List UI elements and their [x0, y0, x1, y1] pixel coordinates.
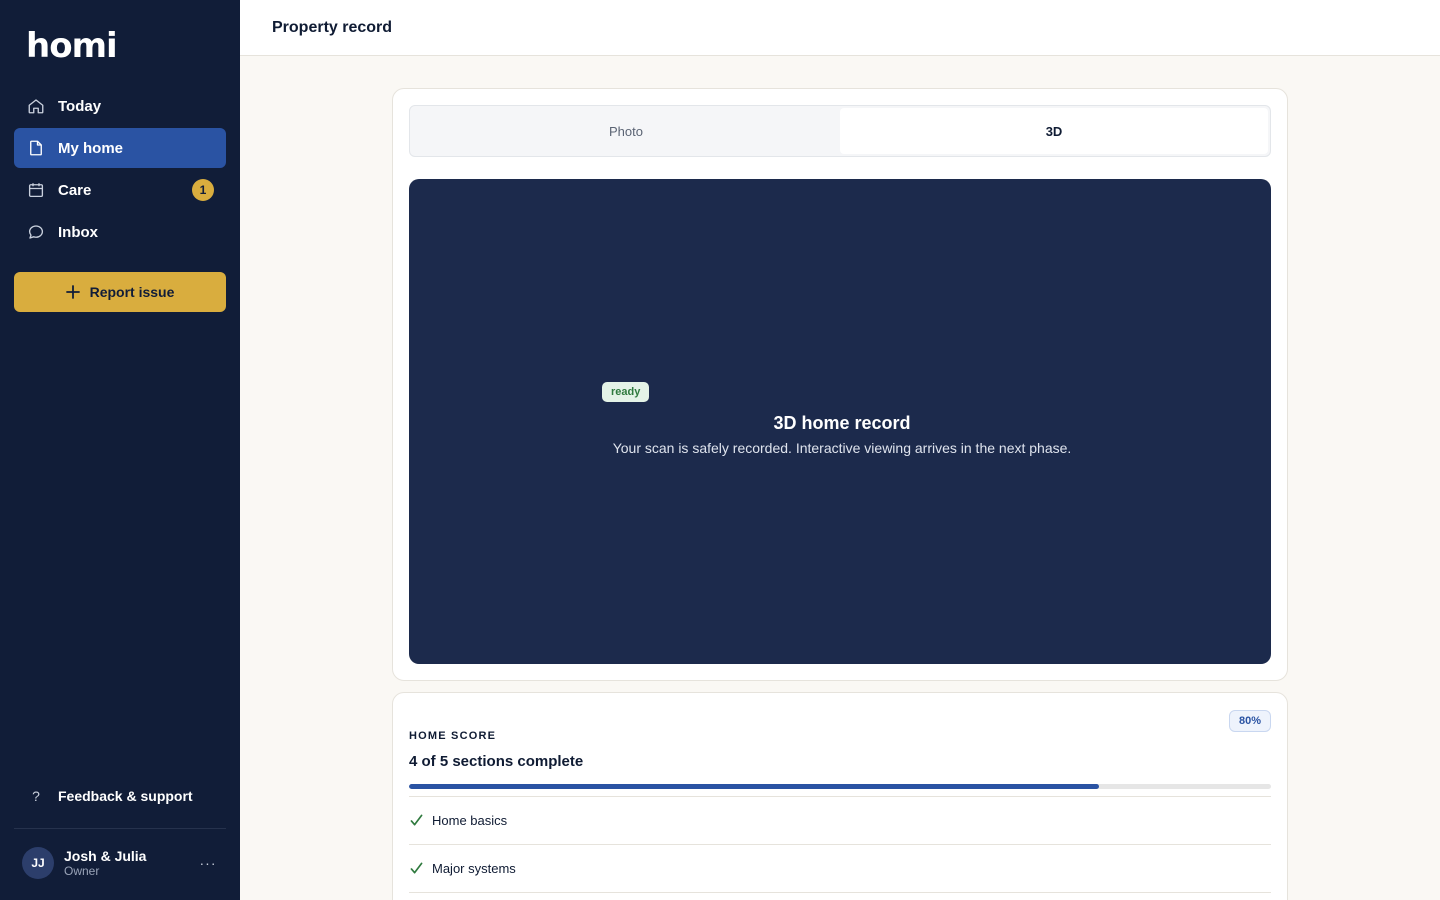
sidebar-item-care[interactable]: Care 1 — [14, 170, 226, 210]
sidebar-item-my-home[interactable]: My home — [14, 128, 226, 168]
sidebar-item-label: Today — [58, 97, 102, 115]
score-title: 4 of 5 sections complete — [409, 753, 584, 770]
page-header: Property record — [240, 0, 1440, 56]
score-progress-bar — [409, 784, 1271, 789]
home-icon — [26, 96, 46, 116]
status-badge: ready — [602, 382, 650, 402]
score-progress-fill — [409, 784, 1099, 789]
viewer-title: 3D home record — [773, 413, 911, 433]
list-item-divider — [409, 892, 1271, 900]
sidebar-divider — [14, 828, 226, 829]
score-sections-list: Home basics Major systems — [409, 796, 1271, 900]
report-issue-label: Report issue — [89, 284, 175, 300]
calendar-icon — [26, 180, 46, 200]
sidebar-item-label: My home — [58, 139, 124, 157]
feedback-label: Feedback & support — [58, 788, 193, 804]
page-title: Property record — [272, 18, 393, 36]
property-viewer-card: Photo 3D ready 3D home record Your scan … — [392, 88, 1288, 681]
list-item[interactable]: Home basics — [409, 796, 1271, 844]
check-icon — [409, 814, 423, 828]
plus-icon — [65, 282, 80, 302]
homi-logo[interactable]: homi — [26, 26, 118, 66]
sidebar-item-today[interactable]: Today — [14, 86, 226, 126]
user-profile[interactable]: JJ Josh & Julia Owner ··· — [22, 846, 222, 880]
user-info: Josh & Julia Owner — [64, 848, 146, 879]
sidebar-item-label: Inbox — [58, 223, 98, 241]
score-eyebrow: HOME SCORE — [409, 730, 497, 742]
section-label: Home basics — [432, 813, 508, 828]
3d-viewer: ready 3D home record Your scan is safely… — [409, 179, 1271, 664]
sidebar: homi Today My home Care 1 Inbox Report i… — [0, 0, 240, 900]
more-options-icon[interactable]: ··· — [198, 853, 218, 873]
check-icon — [409, 862, 423, 876]
help-icon: ? — [32, 788, 40, 804]
tab-3d[interactable]: 3D — [840, 108, 1268, 154]
chat-icon — [26, 222, 46, 242]
feedback-support-link[interactable]: ? Feedback & support — [14, 776, 226, 816]
score-percent-badge: 80% — [1228, 710, 1271, 732]
viewer-message: ready 3D home record Your scan is safely… — [602, 382, 1082, 456]
user-name: Josh & Julia — [64, 847, 147, 864]
home-score-card: 80% HOME SCORE 4 of 5 sections complete … — [392, 692, 1288, 900]
list-item[interactable]: Major systems — [409, 844, 1271, 892]
main-nav: Today My home Care 1 Inbox — [14, 86, 226, 254]
report-issue-button[interactable]: Report issue — [14, 272, 226, 312]
user-role: Owner — [64, 863, 100, 878]
sidebar-item-inbox[interactable]: Inbox — [14, 212, 226, 252]
logo-text: homi — [26, 26, 118, 66]
view-mode-tabs: Photo 3D — [409, 105, 1271, 157]
sidebar-item-label: Care — [58, 181, 92, 199]
care-count-badge: 1 — [192, 179, 214, 201]
document-icon — [26, 138, 46, 158]
section-label: Major systems — [432, 861, 516, 876]
avatar: JJ — [22, 847, 54, 879]
tab-photo[interactable]: Photo — [412, 108, 840, 154]
viewer-subtitle: Your scan is safely recorded. Interactiv… — [612, 440, 1072, 456]
